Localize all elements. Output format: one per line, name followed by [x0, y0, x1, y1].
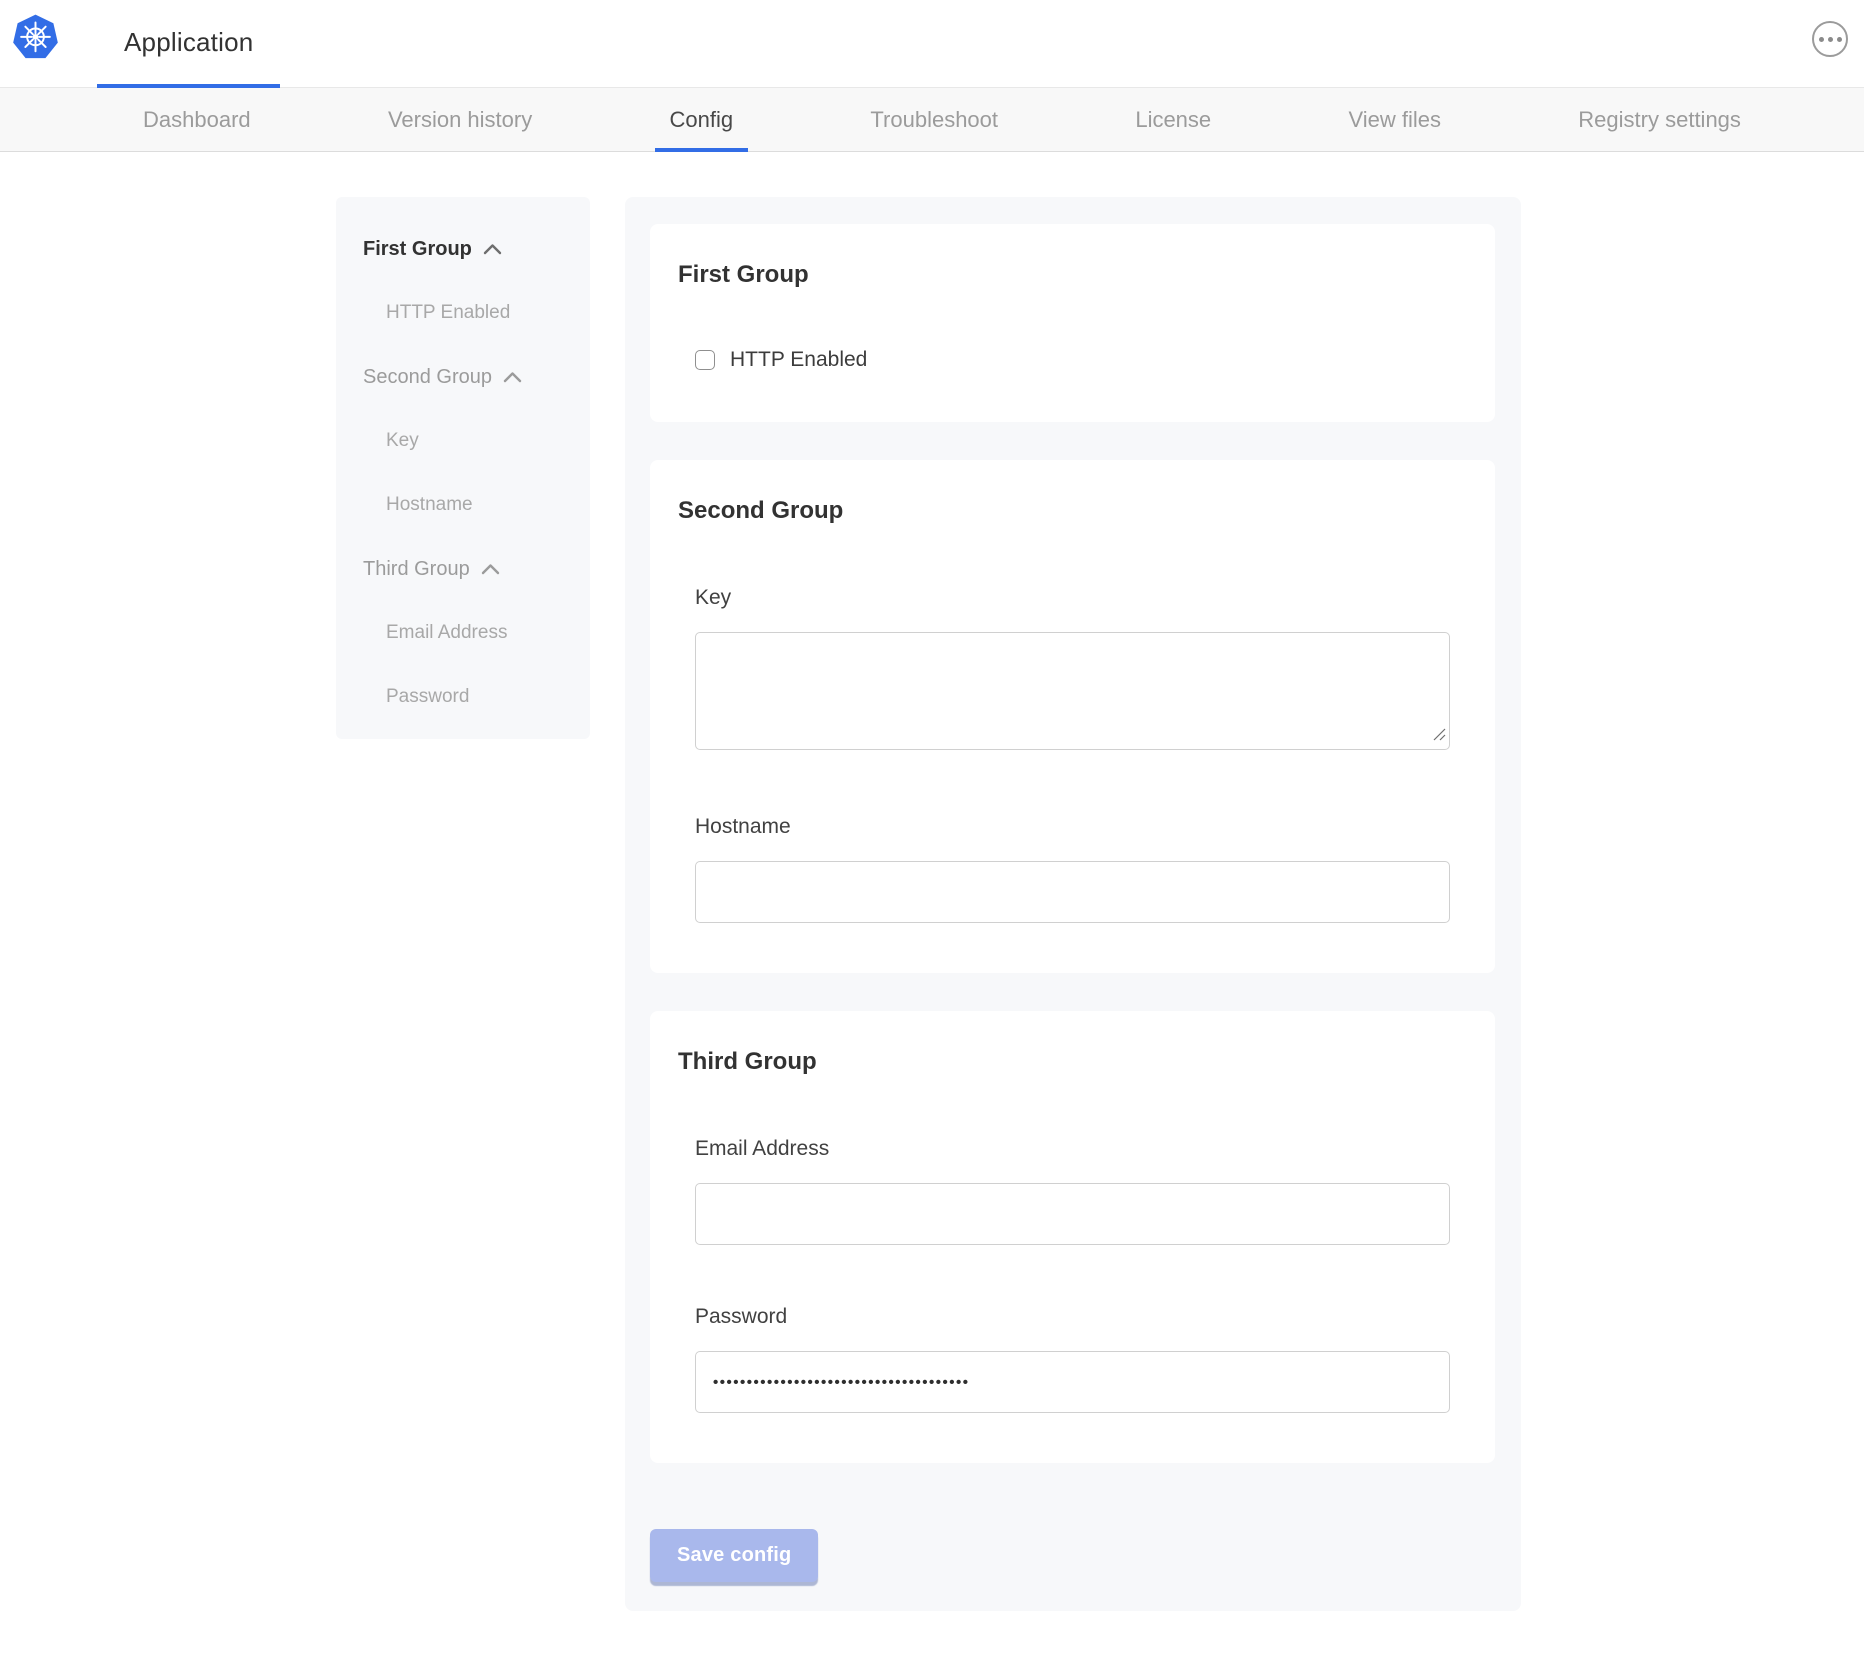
- tab-dashboard[interactable]: Dashboard: [128, 88, 266, 151]
- app-nav-link[interactable]: Application: [97, 0, 280, 88]
- config-group-card-first-group: First Group HTTP Enabled: [650, 224, 1495, 422]
- tab-version-history[interactable]: Version history: [373, 88, 547, 151]
- top-header: Application: [0, 0, 1864, 88]
- config-group-card-third-group: Third Group Email Address Password: [650, 1011, 1495, 1463]
- sidebar-item-label: Second Group: [363, 365, 492, 389]
- kubernetes-logo-icon: [12, 14, 59, 61]
- checkbox-label[interactable]: HTTP Enabled: [730, 348, 867, 372]
- email-address-input[interactable]: [695, 1183, 1450, 1245]
- sidebar-item-label: Key: [386, 429, 419, 453]
- sidebar-item-label: HTTP Enabled: [386, 301, 510, 325]
- tab-view-files[interactable]: View files: [1333, 88, 1456, 151]
- config-group-card-second-group: Second Group Key Hostname: [650, 460, 1495, 973]
- tab-troubleshoot[interactable]: Troubleshoot: [855, 88, 1013, 151]
- key-textarea[interactable]: [695, 632, 1450, 750]
- sidebar-item-label: Email Address: [386, 621, 507, 645]
- field-password: Password: [695, 1305, 1450, 1413]
- sidebar-item-hostname[interactable]: Hostname: [363, 493, 580, 517]
- sidebar-item-key[interactable]: Key: [363, 429, 580, 453]
- textarea-wrapper: [695, 632, 1450, 755]
- group-title: Third Group: [678, 1047, 1450, 1077]
- field-label: Password: [695, 1305, 1450, 1329]
- group-title: First Group: [678, 260, 1450, 290]
- sidebar-item-password[interactable]: Password: [363, 685, 580, 709]
- tab-registry-settings[interactable]: Registry settings: [1563, 88, 1756, 151]
- config-sidebar: First Group HTTP Enabled Second Group Key Ho…: [336, 197, 590, 739]
- field-key: Key: [695, 586, 1450, 755]
- field-label: Email Address: [695, 1137, 1450, 1161]
- config-panel: First Group HTTP Enabled Second Group Key Ho…: [625, 197, 1521, 1611]
- chevron-up-icon: [483, 243, 502, 255]
- content-area: First Group HTTP Enabled Second Group Key Ho…: [0, 152, 1864, 1611]
- sidebar-item-label: Hostname: [386, 493, 473, 517]
- tab-bar: Dashboard Version history Config Troublesho…: [0, 88, 1864, 152]
- chevron-up-icon: [503, 371, 522, 383]
- sidebar-item-http-enabled[interactable]: HTTP Enabled: [363, 301, 580, 325]
- sidebar-item-label: Password: [386, 685, 469, 709]
- field-email-address: Email Address: [695, 1137, 1450, 1245]
- field-hostname: Hostname: [695, 815, 1450, 923]
- group-title: Second Group: [678, 496, 1450, 526]
- more-options-button[interactable]: [1812, 21, 1848, 57]
- ellipsis-icon: [1819, 37, 1842, 42]
- field-label: Hostname: [695, 815, 1450, 839]
- field-label: Key: [695, 586, 1450, 610]
- tab-license[interactable]: License: [1120, 88, 1226, 151]
- hostname-input[interactable]: [695, 861, 1450, 923]
- sidebar-item-label: First Group: [363, 237, 472, 261]
- chevron-up-icon: [481, 563, 500, 575]
- save-config-button[interactable]: Save config: [650, 1529, 818, 1582]
- password-input[interactable]: [695, 1351, 1450, 1413]
- sidebar-item-second-group[interactable]: Second Group: [363, 365, 580, 389]
- checkbox-field-http-enabled: HTTP Enabled: [695, 348, 1450, 372]
- sidebar-item-first-group[interactable]: First Group: [363, 237, 580, 261]
- app-title: Application: [124, 27, 253, 58]
- tab-config[interactable]: Config: [655, 88, 749, 151]
- sidebar-item-label: Third Group: [363, 557, 470, 581]
- config-cards: First Group HTTP Enabled Second Group Key Ho…: [650, 224, 1495, 1463]
- sidebar-item-third-group[interactable]: Third Group: [363, 557, 580, 581]
- http-enabled-checkbox[interactable]: [695, 350, 715, 370]
- sidebar-item-email-address[interactable]: Email Address: [363, 621, 580, 645]
